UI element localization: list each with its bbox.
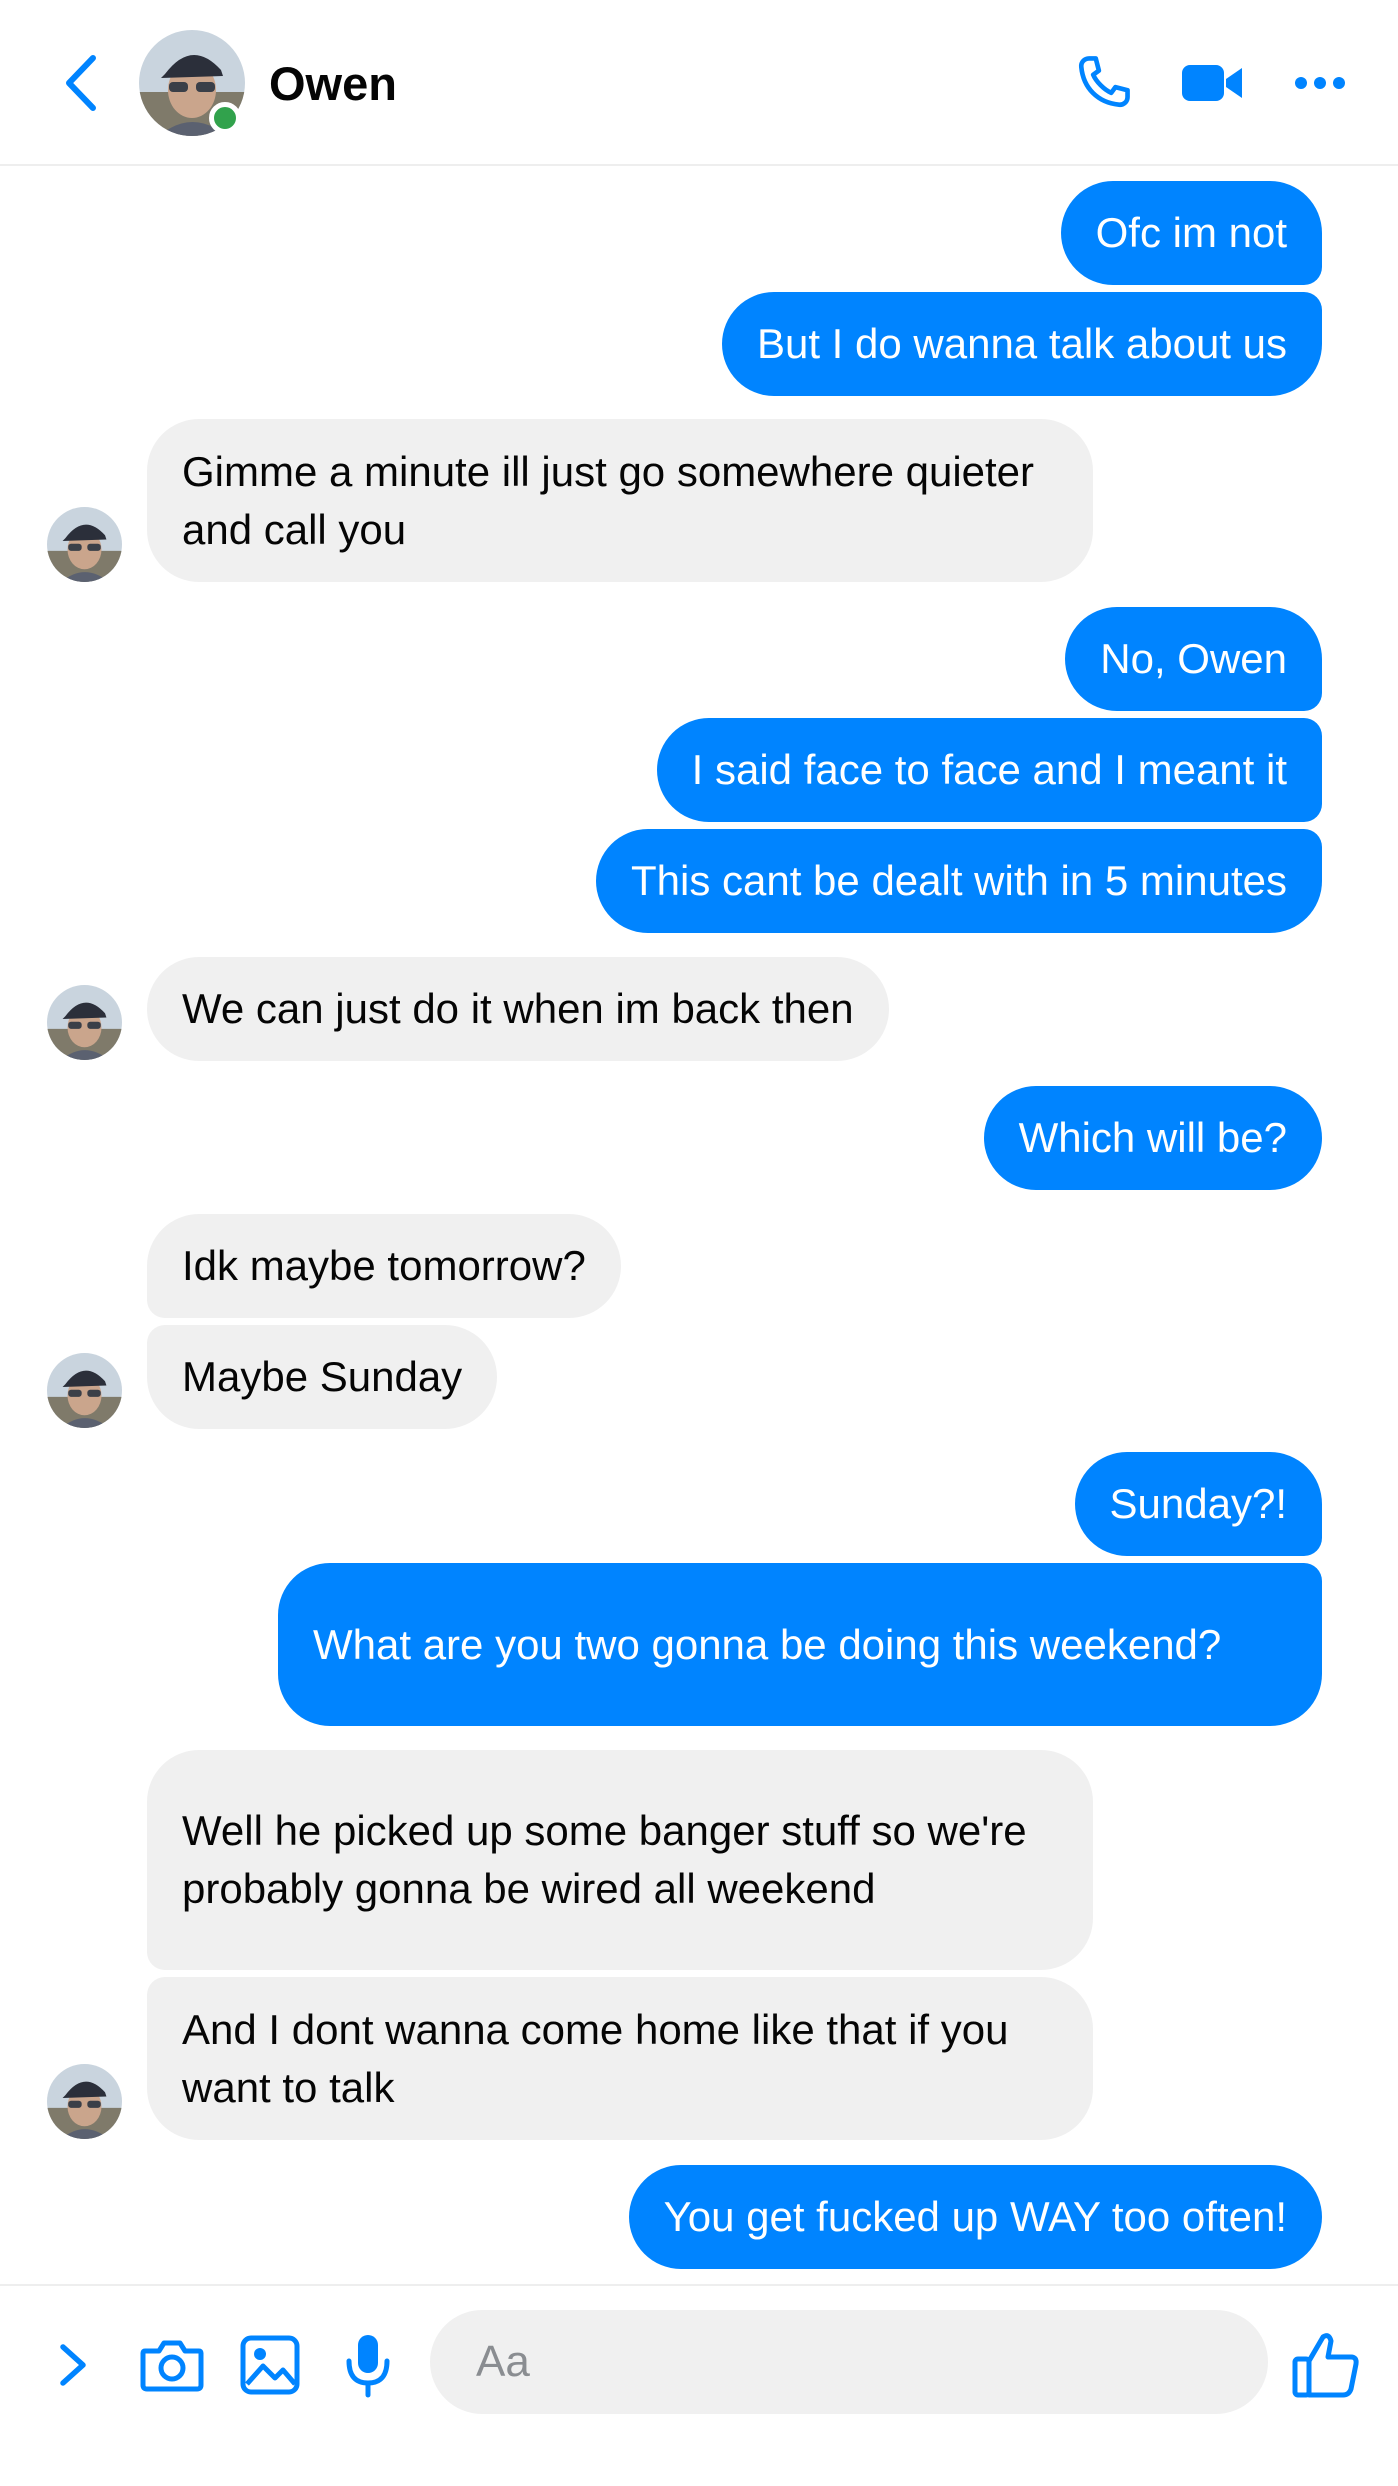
outgoing-message[interactable]: Which will be? xyxy=(983,1086,1322,1190)
contact-avatar-small[interactable] xyxy=(47,2064,122,2139)
more-options-button[interactable] xyxy=(1292,48,1348,118)
call-button[interactable] xyxy=(1070,48,1136,118)
incoming-message[interactable]: Idk maybe tomorrow? xyxy=(147,1214,621,1318)
outgoing-message[interactable]: What are you two gonna be doing this wee… xyxy=(278,1563,1322,1726)
expand-actions-button[interactable] xyxy=(50,2320,96,2410)
camera-icon xyxy=(140,2340,204,2392)
video-camera-icon xyxy=(1182,65,1242,101)
contact-avatar-small[interactable] xyxy=(47,1353,122,1428)
outgoing-message[interactable]: Ofc im not xyxy=(1060,181,1322,285)
back-chevron-icon xyxy=(66,55,96,111)
back-button[interactable] xyxy=(54,50,108,116)
outgoing-message[interactable]: No, Owen xyxy=(1065,607,1322,711)
contact-avatar-small[interactable] xyxy=(47,985,122,1060)
more-dots-icon xyxy=(1295,77,1345,89)
phone-icon xyxy=(1078,56,1130,108)
incoming-message[interactable]: Well he picked up some banger stuff so w… xyxy=(147,1750,1093,1970)
camera-button[interactable] xyxy=(138,2320,206,2410)
expand-chevron-icon xyxy=(60,2344,86,2386)
outgoing-message[interactable]: I said face to face and I meant it xyxy=(656,718,1322,822)
like-button[interactable] xyxy=(1290,2320,1362,2410)
thumbs-up-icon xyxy=(1292,2333,1359,2398)
gallery-button[interactable] xyxy=(238,2320,302,2410)
incoming-message[interactable]: We can just do it when im back then xyxy=(147,957,889,1061)
microphone-icon xyxy=(346,2335,390,2398)
message-input[interactable]: Aa xyxy=(430,2310,1268,2414)
incoming-message[interactable]: Maybe Sunday xyxy=(147,1325,498,1429)
contact-name[interactable]: Owen xyxy=(269,56,397,112)
incoming-message[interactable]: And I dont wanna come home like that if … xyxy=(147,1977,1093,2140)
incoming-message[interactable]: Gimme a minute ill just go somewhere qui… xyxy=(147,419,1093,582)
outgoing-message[interactable]: This cant be dealt with in 5 minutes xyxy=(595,829,1322,933)
contact-avatar-small[interactable] xyxy=(47,507,122,582)
voice-message-button[interactable] xyxy=(342,2320,394,2410)
outgoing-message[interactable]: Sunday?! xyxy=(1074,1452,1322,1556)
video-call-button[interactable] xyxy=(1180,48,1246,118)
conversation-header: Owen xyxy=(0,0,1398,166)
outgoing-message[interactable]: But I do wanna talk about us xyxy=(721,292,1322,396)
online-status-dot xyxy=(209,102,241,134)
outgoing-message[interactable]: You get fucked up WAY too often! xyxy=(628,2165,1322,2269)
image-icon xyxy=(240,2335,300,2395)
